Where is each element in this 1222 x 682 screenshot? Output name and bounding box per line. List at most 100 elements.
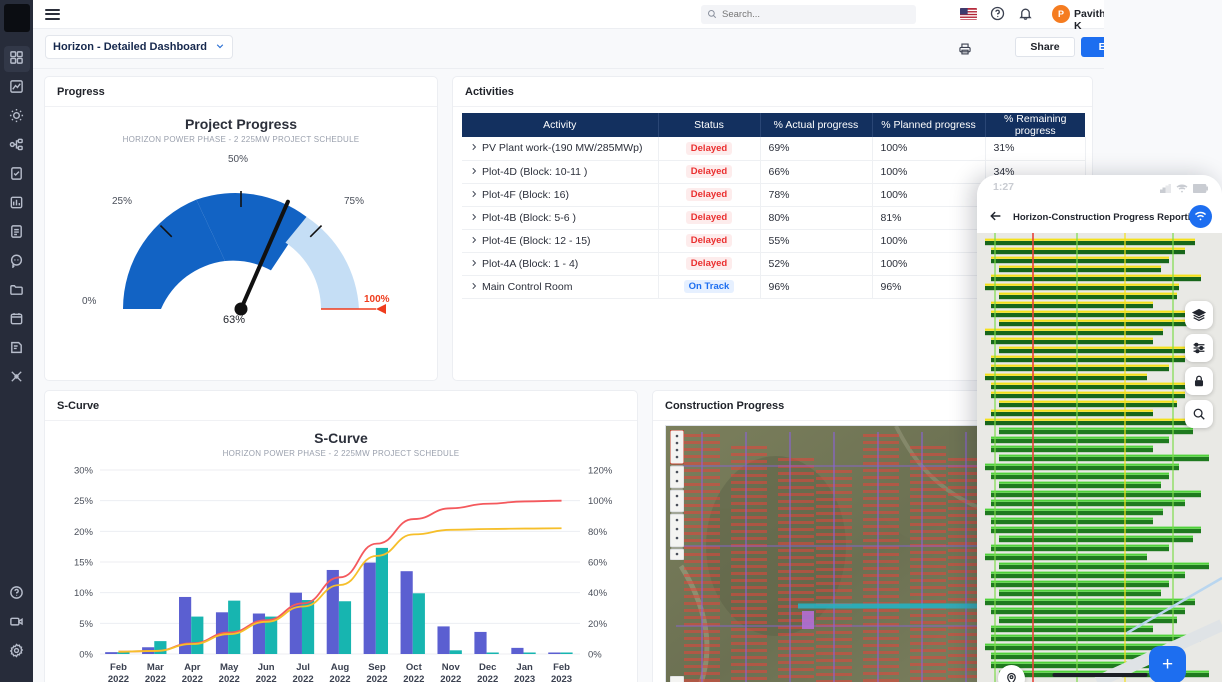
scurve-bar[interactable] xyxy=(511,647,524,654)
scurve-y2tick-2: 40% xyxy=(588,588,608,599)
help-circle-icon[interactable] xyxy=(990,6,1005,24)
hamburger-icon[interactable] xyxy=(45,8,60,20)
chevron-right-icon[interactable] xyxy=(470,212,478,224)
scurve-ytick-2: 10% xyxy=(74,588,94,599)
activity-label: Plot-4A (Block: 1 - 4) xyxy=(482,257,579,270)
table-row[interactable]: PV Plant work-(190 MW/285MWp) Delayed 69% 1… xyxy=(462,137,1086,161)
lock-icon[interactable] xyxy=(1185,367,1213,395)
actual-progress-cell: 80% xyxy=(760,206,873,230)
phone-app-title: Horizon-Construction Progress Reporting xyxy=(1013,211,1202,223)
rail-item-chat[interactable] xyxy=(4,249,30,275)
activities-col-0[interactable]: Activity xyxy=(462,113,659,137)
scurve-xtick-0: 2022 xyxy=(108,674,129,682)
scurve-bar[interactable] xyxy=(301,600,315,654)
filter-sliders-icon[interactable] xyxy=(1185,334,1213,362)
status-cell: On Track xyxy=(658,275,761,299)
scurve-xtick-4: 2022 xyxy=(256,674,277,682)
status-badge: Delayed xyxy=(685,234,733,247)
scurve-bar[interactable] xyxy=(338,601,352,654)
activities-col-4[interactable]: % Remaining progress xyxy=(985,113,1085,137)
app-logo[interactable] xyxy=(3,4,30,32)
scurve-bar[interactable] xyxy=(289,592,302,654)
search-icon[interactable] xyxy=(1185,400,1213,428)
activity-label: PV Plant work-(190 MW/285MWp) xyxy=(482,142,643,155)
rail-item-tools[interactable] xyxy=(4,365,30,391)
planned-progress-cell: 100% xyxy=(872,160,986,184)
scurve-bar[interactable] xyxy=(375,547,388,654)
arrow-left-icon[interactable] xyxy=(989,209,1003,226)
rail-item-checklist[interactable] xyxy=(4,162,30,188)
chevron-right-icon[interactable] xyxy=(470,258,478,270)
activity-name-cell: Main Control Room xyxy=(462,275,659,299)
settings-gear-icon xyxy=(9,643,24,661)
scurve-bar[interactable] xyxy=(191,616,204,654)
rail-item-insights[interactable] xyxy=(4,104,30,130)
rail-item-analytics[interactable] xyxy=(4,75,30,101)
scurve-bar[interactable] xyxy=(523,652,536,655)
search-input[interactable] xyxy=(722,9,902,20)
activities-card-title: Activities xyxy=(453,77,1092,107)
dashboard-icon xyxy=(9,50,24,68)
scurve-bar[interactable] xyxy=(560,652,573,655)
scurve-bar[interactable] xyxy=(154,641,167,654)
scurve-ytick-1: 5% xyxy=(79,619,93,630)
rail-item-settings[interactable] xyxy=(4,639,30,665)
rail-item-workflow[interactable] xyxy=(4,133,30,159)
remaining-progress-cell: 31% xyxy=(985,137,1086,161)
scurve-bar[interactable] xyxy=(548,652,561,655)
rail-item-chart-report[interactable] xyxy=(4,191,30,217)
scurve-y2tick-0: 0% xyxy=(588,650,602,661)
dashboard-selector[interactable]: Horizon - Detailed Dashboard xyxy=(45,35,234,59)
share-button[interactable]: Share xyxy=(1015,37,1075,57)
scurve-bar[interactable] xyxy=(400,571,413,654)
status-badge: On Track xyxy=(683,280,735,293)
scurve-bar[interactable] xyxy=(228,600,241,654)
cellular-signal-icon xyxy=(1159,182,1172,196)
avatar[interactable]: P xyxy=(1052,5,1070,23)
chevron-down-icon xyxy=(215,40,225,54)
map-bottom-toolbar[interactable] xyxy=(670,676,684,682)
activities-col-1[interactable]: Status xyxy=(658,113,761,137)
activity-label: Plot-4E (Block: 12 - 15) xyxy=(482,234,591,247)
us-flag-icon[interactable] xyxy=(960,8,977,20)
wifi-icon[interactable] xyxy=(1189,205,1212,228)
gauge-tick-25: 25% xyxy=(112,196,133,207)
scurve-bar[interactable] xyxy=(449,650,462,654)
scurve-card: S-Curve S-Curve HORIZON POWER PHASE - 2 … xyxy=(44,390,638,682)
scurve-xtick-7: Sep xyxy=(368,662,386,673)
rail-item-dashboard[interactable] xyxy=(3,46,30,72)
rail-item-calendar[interactable] xyxy=(4,307,30,333)
rail-item-notes[interactable] xyxy=(4,336,30,362)
chevron-right-icon[interactable] xyxy=(470,235,478,247)
scurve-title: S-Curve xyxy=(314,430,368,446)
phone-site-map[interactable]: + xyxy=(977,233,1222,682)
layers-icon[interactable] xyxy=(1185,301,1213,329)
scurve-bar[interactable] xyxy=(474,631,487,654)
activity-name-cell: PV Plant work-(190 MW/285MWp) xyxy=(462,137,659,161)
rail-item-tasklist[interactable] xyxy=(4,220,30,246)
chevron-right-icon[interactable] xyxy=(470,281,478,293)
activities-col-2[interactable]: % Actual progress xyxy=(760,113,873,137)
chevron-right-icon[interactable] xyxy=(470,142,478,154)
activity-name-cell: Plot-4E (Block: 12 - 15) xyxy=(462,229,659,253)
chevron-right-icon[interactable] xyxy=(470,189,478,201)
scurve-bar[interactable] xyxy=(105,652,118,654)
scurve-bar[interactable] xyxy=(412,593,425,654)
scurve-xtick-2: 2022 xyxy=(182,674,203,682)
scurve-xtick-12: 2023 xyxy=(551,674,572,682)
activities-col-3[interactable]: % Planned progress xyxy=(872,113,986,137)
rail-item-help[interactable] xyxy=(4,581,30,607)
scurve-bar[interactable] xyxy=(363,562,376,654)
bell-icon[interactable] xyxy=(1018,6,1033,24)
planned-progress-cell: 100% xyxy=(872,252,986,276)
rail-item-video[interactable] xyxy=(4,610,30,636)
scurve-bar[interactable] xyxy=(486,652,499,655)
phone-app-header: Horizon-Construction Progress Reporting xyxy=(977,201,1222,233)
scurve-bar[interactable] xyxy=(437,626,450,654)
add-report-button[interactable]: + xyxy=(1149,646,1186,682)
chevron-right-icon[interactable] xyxy=(470,166,478,178)
search-box[interactable] xyxy=(701,5,916,24)
map-left-toolbar[interactable] xyxy=(670,430,684,560)
printer-icon[interactable] xyxy=(958,42,972,59)
rail-item-folder[interactable] xyxy=(4,278,30,304)
